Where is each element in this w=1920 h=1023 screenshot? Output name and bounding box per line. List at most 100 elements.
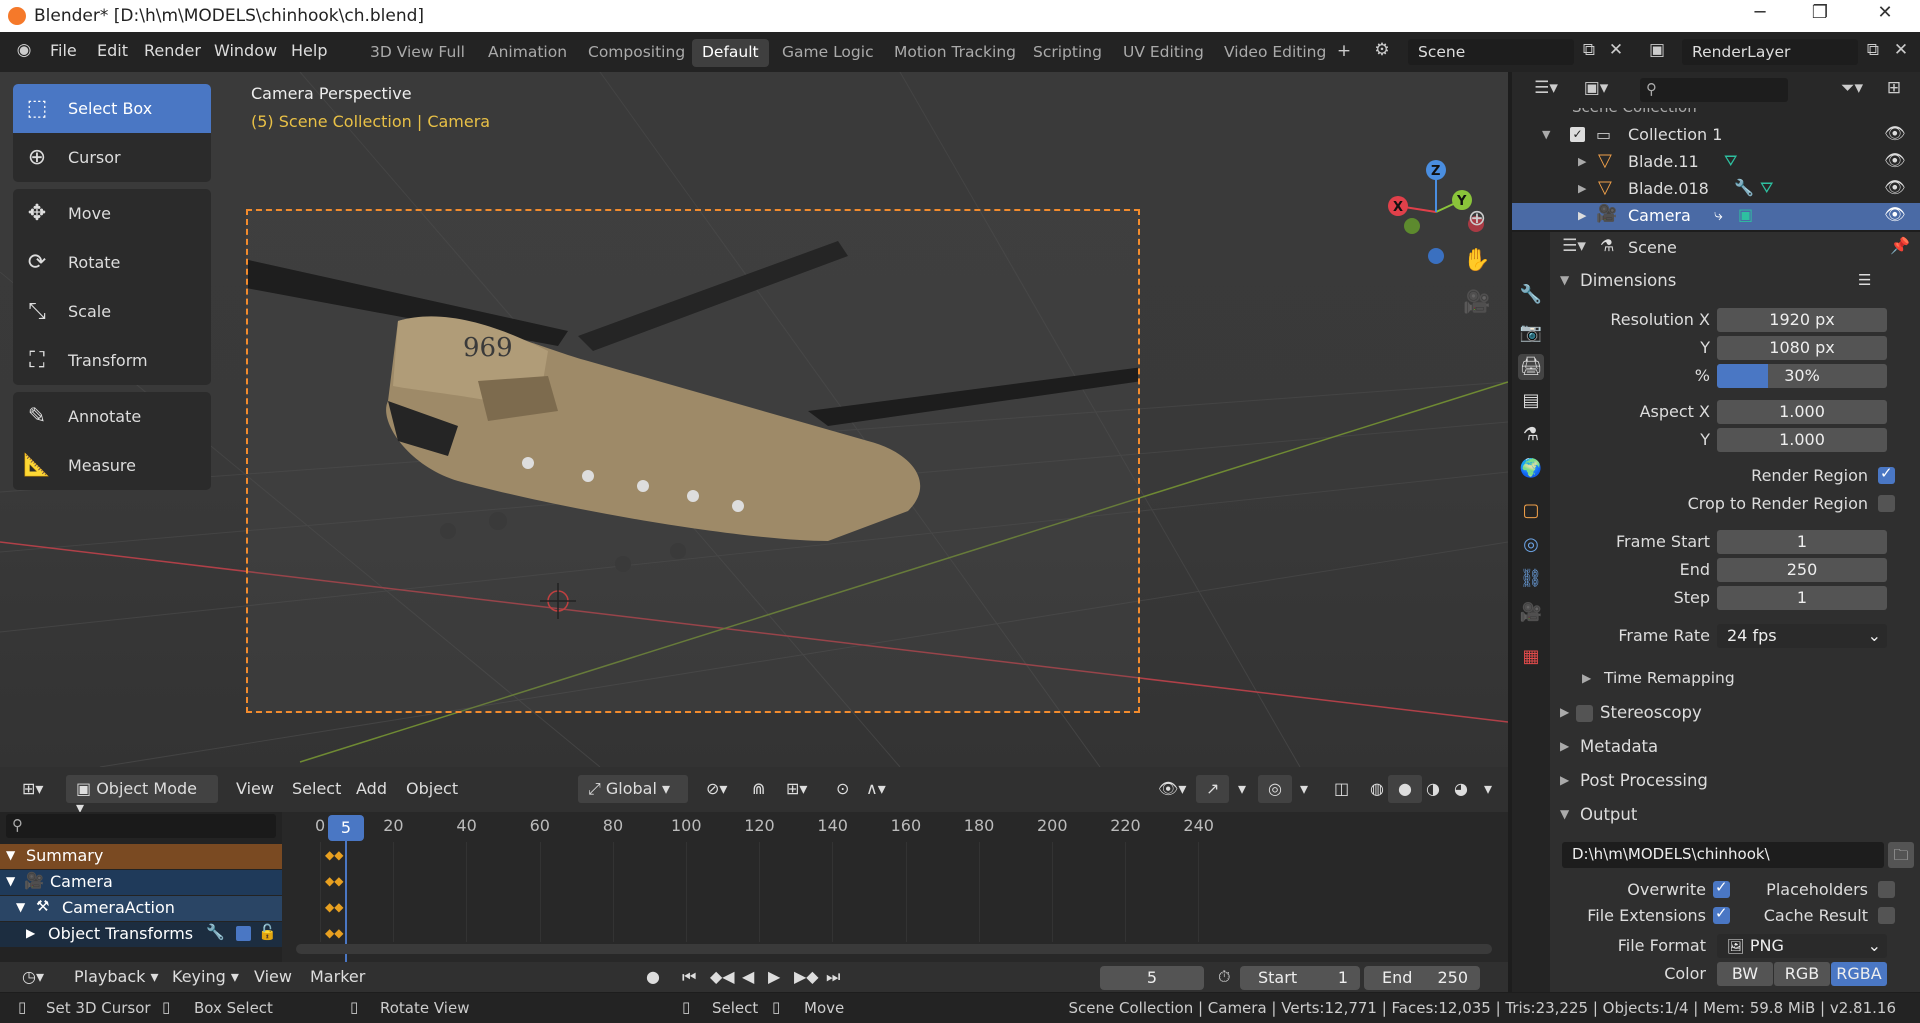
outliner-search-input[interactable]: ⚲ — [1640, 78, 1788, 102]
tool-cursor[interactable]: ⊕ Cursor — [13, 133, 211, 182]
crop-render-region-checkbox[interactable] — [1878, 495, 1895, 512]
menu-file[interactable]: File — [50, 41, 77, 60]
display-mode-icon[interactable]: ▣▾ — [1576, 78, 1616, 98]
tab-uv-editing[interactable]: UV Editing — [1113, 39, 1214, 67]
wrench-icon[interactable]: 🔧 — [206, 923, 225, 941]
renderlayer-remove-icon[interactable]: ✕ — [1890, 40, 1912, 60]
channel-search-input[interactable]: ⚲ — [6, 814, 276, 838]
tool-rotate[interactable]: ⟳ Rotate — [13, 238, 211, 287]
mesh-data-icon[interactable]: ⛛ — [1760, 178, 1773, 198]
scene-tab-icon[interactable]: ⚗ — [1518, 422, 1544, 448]
pivot-point-icon[interactable]: ⊘▾ — [696, 775, 737, 803]
scene-copy-icon[interactable]: ⧉ — [1578, 40, 1600, 60]
section-stereoscopy[interactable]: ▶ Stereoscopy — [1550, 698, 1920, 728]
snap-icon[interactable]: ⋒ — [742, 775, 775, 803]
tool-move[interactable]: ✥ Move — [13, 189, 211, 238]
tool-tab-icon[interactable]: 🔧 — [1518, 282, 1544, 308]
keyframe-diamond-icon[interactable]: ◆◆ — [325, 848, 343, 862]
color-bw-button[interactable]: BW — [1717, 962, 1773, 986]
falloff-icon[interactable]: ∧▾ — [856, 775, 896, 803]
scene-remove-icon[interactable]: ✕ — [1605, 40, 1627, 60]
menu-edit[interactable]: Edit — [97, 41, 128, 60]
current-frame-field[interactable]: 5 — [1100, 966, 1204, 990]
snap-target-icon[interactable]: ⊞▾ — [776, 775, 817, 803]
color-rgba-button[interactable]: RGBA — [1831, 962, 1887, 986]
start-frame-field[interactable]: Start 1 — [1240, 966, 1360, 990]
frame-rate-dropdown[interactable]: 24 fps ⌄ — [1717, 624, 1887, 648]
channel-summary[interactable]: ▼ Summary — [0, 844, 282, 869]
shading-dropdown-icon[interactable]: ▾ — [1474, 775, 1502, 803]
texture-tab-icon[interactable]: ▦ — [1518, 644, 1544, 670]
aspect-y-field[interactable]: 1.000 — [1717, 428, 1887, 452]
section-post-processing[interactable]: ▶ Post Processing — [1550, 766, 1920, 796]
keyframe-diamond-icon[interactable]: ◆◆ — [325, 900, 343, 914]
gizmo-toggle-icon[interactable]: ↗ — [1196, 775, 1230, 803]
frame-end-field[interactable]: 250 — [1717, 558, 1887, 582]
tab-scripting[interactable]: Scripting — [1023, 39, 1112, 67]
placeholders-checkbox[interactable] — [1878, 881, 1895, 898]
color-rgb-button[interactable]: RGB — [1774, 962, 1830, 986]
menu-add[interactable]: Add — [346, 775, 397, 803]
restore-button[interactable]: ❐ — [1795, 2, 1845, 30]
timeline-scrollbar[interactable] — [296, 944, 1492, 954]
outliner-editor-type-icon[interactable]: ☰▾ — [1526, 78, 1566, 98]
end-frame-field[interactable]: End 250 — [1364, 966, 1480, 990]
frame-start-field[interactable]: 1 — [1717, 530, 1887, 554]
resolution-x-field[interactable]: 1920 px — [1717, 308, 1887, 332]
menu-keying[interactable]: Keying ▾ — [162, 963, 249, 991]
cache-result-checkbox[interactable] — [1878, 907, 1895, 924]
visibility-icon[interactable]: 👁▾ — [1148, 775, 1196, 803]
camera-data-tab-icon[interactable]: 🎥 — [1518, 600, 1544, 626]
visibility-eye-icon[interactable]: 👁 — [1884, 178, 1906, 198]
visibility-eye-icon[interactable]: 👁 — [1884, 124, 1906, 144]
menu-window[interactable]: Window — [214, 41, 277, 60]
visibility-eye-icon[interactable]: 👁 — [1884, 151, 1906, 171]
3d-viewport[interactable]: 969 ⬚ Select Box ⊕ Cursor ✥ Move ⟳ Rotat… — [0, 72, 1508, 767]
scene-field[interactable]: Scene — [1408, 39, 1574, 65]
proportional-edit-icon[interactable]: ⊙ — [826, 775, 859, 803]
subsection-time-remapping[interactable]: ▶ Time Remapping — [1550, 664, 1920, 694]
aspect-x-field[interactable]: 1.000 — [1717, 400, 1887, 424]
pan-hand-icon[interactable]: ✋ — [1460, 244, 1494, 278]
physics-tab-icon[interactable]: ◎ — [1518, 532, 1544, 558]
zoom-icon[interactable]: ⊕ — [1460, 202, 1494, 236]
tool-select-box[interactable]: ⬚ Select Box — [13, 84, 211, 133]
outliner-row-blade-018[interactable]: ▶ ▽ Blade.018 🔧 ⛛ 👁 — [1512, 176, 1920, 203]
jump-end-icon[interactable]: ⏭ — [816, 963, 850, 991]
scene-selector-icon[interactable]: ⚙ — [1368, 40, 1396, 60]
camera-data-icon[interactable]: ▣ — [1738, 205, 1753, 224]
xray-icon[interactable]: ◫ — [1324, 775, 1359, 803]
current-frame-indicator[interactable]: 5 — [328, 815, 364, 841]
modifier-wrench-icon[interactable]: 🔧 — [1734, 178, 1754, 197]
renderlayer-field[interactable]: RenderLayer — [1682, 39, 1858, 65]
tool-scale[interactable]: ⤡ Scale — [13, 287, 211, 336]
keyframe-diamond-icon[interactable]: ◆◆ — [325, 926, 343, 940]
section-metadata[interactable]: ▶ Metadata — [1550, 732, 1920, 762]
mesh-data-icon[interactable]: ⛛ — [1724, 151, 1737, 171]
resolution-percent-slider[interactable]: 30% — [1717, 364, 1887, 388]
filter-icon[interactable]: ⏷▾ — [1832, 78, 1872, 98]
channel-enable-checkbox[interactable] — [236, 926, 251, 941]
camera-view-icon[interactable]: 🎥 — [1460, 286, 1494, 320]
outliner-row-camera[interactable]: ▶ 🎥 Camera ⤷ ▣ 👁 — [1512, 203, 1920, 230]
section-dimensions[interactable]: ▼ Dimensions ☰ — [1550, 266, 1920, 296]
chinook-helicopter-model[interactable]: 969 — [208, 211, 1198, 711]
tab-3d-view-full[interactable]: 3D View Full — [360, 39, 475, 67]
visibility-eye-icon[interactable]: 👁 — [1884, 205, 1906, 225]
resolution-y-field[interactable]: 1080 px — [1717, 336, 1887, 360]
output-path-input[interactable]: D:\h\m\MODELS\chinhook\ — [1562, 842, 1884, 868]
renderlayer-icon[interactable]: ▣ — [1644, 40, 1670, 60]
view-layer-tab-icon[interactable]: ▤ — [1518, 388, 1544, 414]
section-output[interactable]: ▼ Output — [1550, 800, 1920, 830]
properties-editor-type-icon[interactable]: ☰▾ — [1554, 236, 1594, 256]
channel-camera-action[interactable]: ▼ ⚒ CameraAction — [0, 896, 282, 921]
channel-object-transforms[interactable]: ▶ Object Transforms 🔧 🔓 — [0, 922, 282, 947]
menu-playback[interactable]: Playback ▾ — [64, 963, 169, 991]
overwrite-checkbox[interactable] — [1713, 878, 1730, 898]
frame-step-field[interactable]: 1 — [1717, 586, 1887, 610]
exclude-checkbox[interactable]: ✓ — [1570, 127, 1585, 142]
menu-render[interactable]: Render — [144, 41, 201, 60]
record-icon[interactable]: ● — [636, 963, 670, 991]
channel-camera[interactable]: ▼ 🎥 Camera — [0, 870, 282, 895]
gizmo-dropdown-icon[interactable]: ▾ — [1228, 775, 1256, 803]
